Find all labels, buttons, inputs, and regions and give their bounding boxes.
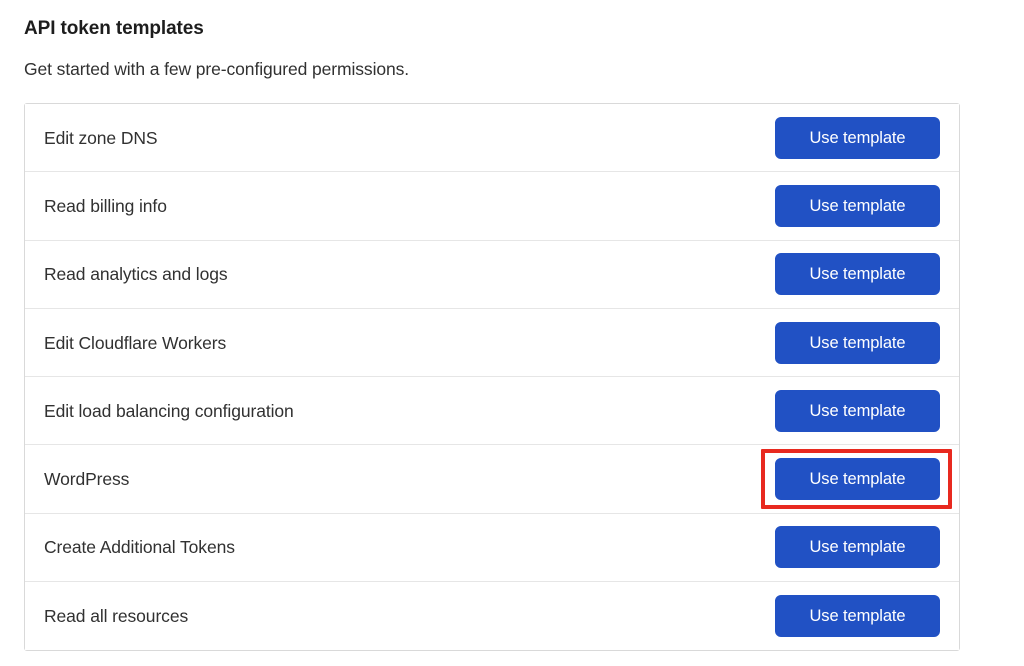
template-name-label: WordPress <box>44 467 129 491</box>
template-row: WordPress Use template <box>25 445 959 513</box>
use-template-button[interactable]: Use template <box>775 390 940 432</box>
template-name-label: Read all resources <box>44 604 188 628</box>
use-template-button[interactable]: Use template <box>775 526 940 568</box>
use-template-button-wrap: Use template <box>775 526 940 568</box>
template-row: Read analytics and logs Use template <box>25 241 959 309</box>
template-row: Create Additional Tokens Use template <box>25 514 959 582</box>
use-template-button[interactable]: Use template <box>775 595 940 637</box>
template-name-label: Edit Cloudflare Workers <box>44 331 226 355</box>
use-template-button-highlight: Use template <box>775 458 940 500</box>
template-name-label: Edit zone DNS <box>44 126 157 150</box>
use-template-button-wrap: Use template <box>775 117 940 159</box>
template-row: Read all resources Use template <box>25 582 959 650</box>
use-template-button[interactable]: Use template <box>775 458 940 500</box>
use-template-button-wrap: Use template <box>775 185 940 227</box>
use-template-button-wrap: Use template <box>775 322 940 364</box>
template-name-label: Read billing info <box>44 194 167 218</box>
use-template-button[interactable]: Use template <box>775 117 940 159</box>
template-row: Read billing info Use template <box>25 172 959 240</box>
template-row: Edit Cloudflare Workers Use template <box>25 309 959 377</box>
template-name-label: Read analytics and logs <box>44 262 228 286</box>
template-list-card: Edit zone DNSUse templateRead billing in… <box>24 103 960 651</box>
template-name-label: Edit load balancing configuration <box>44 399 294 423</box>
page-title: API token templates <box>24 17 204 41</box>
template-row: Edit zone DNS Use template <box>25 104 959 172</box>
api-token-templates-page: API token templates Get started with a f… <box>0 0 1024 666</box>
use-template-button[interactable]: Use template <box>775 322 940 364</box>
use-template-button[interactable]: Use template <box>775 185 940 227</box>
template-row: Edit load balancing configuration Use tem… <box>25 377 959 445</box>
page-subtitle: Get started with a few pre-configured pe… <box>24 57 409 81</box>
template-name-label: Create Additional Tokens <box>44 535 235 559</box>
use-template-button-wrap: Use template <box>775 390 940 432</box>
use-template-button[interactable]: Use template <box>775 253 940 295</box>
use-template-button-wrap: Use template <box>775 595 940 637</box>
use-template-button-wrap: Use template <box>775 253 940 295</box>
